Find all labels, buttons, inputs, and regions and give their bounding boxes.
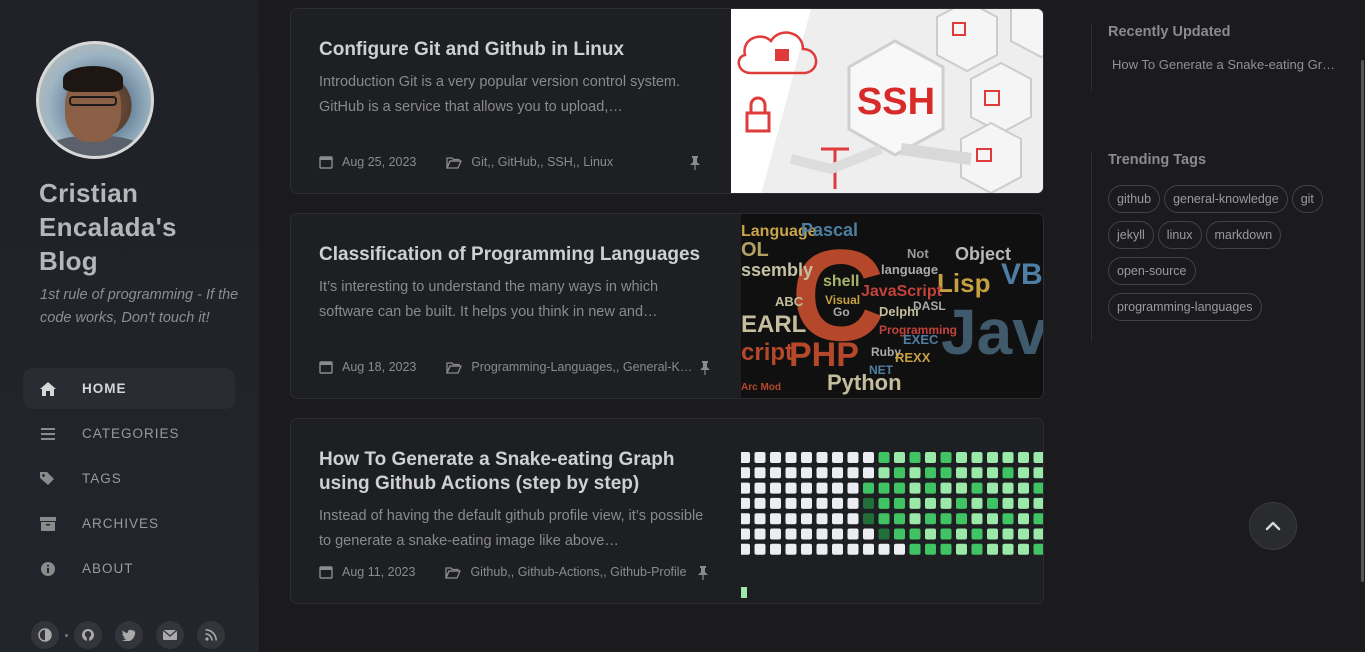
folder-open-icon [445,566,462,579]
pin-icon [690,156,700,170]
post-meta: Aug 11, 2023 Github,, Github-Actions,, G… [319,565,717,579]
nav-item-tags[interactable]: TAGS [23,458,235,499]
svg-text:ssembly: ssembly [741,260,813,280]
info-icon [39,560,57,578]
folder-open-icon [446,361,463,374]
separator-dot [65,633,68,637]
svg-text:shell: shell [823,273,859,290]
post-excerpt: Introduction Git is a very popular versi… [319,74,681,115]
post-thumbnail[interactable]: SSH [731,9,1043,193]
svg-text:DASL: DASL [913,299,946,313]
calendar-icon [319,361,333,374]
nav-label: ARCHIVES [82,516,160,531]
rss-icon[interactable] [197,621,225,649]
sidebar: Cristian Encalada's Blog 1st rule of pro… [0,0,259,652]
post-date: Aug 11, 2023 [319,565,415,579]
nav-item-home[interactable]: HOME [23,368,235,409]
svg-text:VB: VB [1001,258,1043,291]
nav-item-categories[interactable]: CATEGORIES [23,413,235,454]
svg-text:Arc Mod: Arc Mod [741,382,781,393]
nav-item-about[interactable]: ABOUT [23,548,235,589]
nav-label: TAGS [82,471,122,486]
archive-icon [39,515,57,533]
pin-icon [700,361,710,375]
svg-text:language: language [881,262,938,277]
tag-github[interactable]: github [1108,185,1161,213]
svg-text:Go: Go [833,305,850,319]
post-title[interactable]: Configure Git and Github in Linux [319,38,719,62]
post-card[interactable]: Classification of Programming Languages … [290,213,1044,399]
nav-item-archives[interactable]: ARCHIVES [23,503,235,544]
post-card[interactable]: How To Generate a Snake-eating Graph usi… [290,418,1044,604]
post-thumbnail[interactable] [741,419,1043,603]
nav-label: HOME [82,381,127,396]
tag-programming-languages[interactable]: programming-languages [1108,293,1262,321]
pin-icon [698,566,708,580]
svg-text:Not: Not [907,246,929,261]
twitter-icon[interactable] [115,621,143,649]
post-card[interactable]: Configure Git and Github in Linux Introd… [290,8,1044,194]
tag-general-knowledge[interactable]: general-knowledge [1164,185,1288,213]
social-links [31,621,238,649]
tag-markdown[interactable]: markdown [1205,221,1282,249]
recent-post-link[interactable]: How To Generate a Snake-eating Gr… [1108,57,1340,72]
tag-jekyll[interactable]: jekyll [1108,221,1154,249]
folder-open-icon [446,156,463,169]
svg-text:REXX: REXX [895,350,931,365]
site-title[interactable]: Cristian Encalada's Blog [39,176,239,278]
page-scrollbar[interactable] [1361,60,1364,582]
svg-text:EXEC: EXEC [903,332,939,347]
tag-open-source[interactable]: open-source [1108,257,1196,285]
stream-icon [39,425,57,443]
post-date: Aug 25, 2023 [319,155,416,169]
post-meta: Aug 18, 2023 Programming-Languages,, Gen… [319,360,722,374]
post-date: Aug 18, 2023 [319,360,416,374]
site-subtitle: 1st rule of programming - If the code wo… [40,287,239,326]
theme-toggle-icon[interactable] [31,621,59,649]
svg-text:OL: OL [741,239,769,261]
calendar-icon [319,566,333,579]
trending-tags-panel: Trending Tags github general-knowledge g… [1091,152,1328,342]
svg-text:cript: cript [741,339,793,366]
recently-updated-panel: Recently Updated How To Generate a Snake… [1091,24,1340,92]
post-excerpt: Instead of having the default github pro… [319,508,704,549]
chevron-up-icon [1265,521,1281,531]
svg-text:ABC: ABC [775,294,804,309]
trending-tags-heading: Trending Tags [1108,152,1207,168]
post-categories: Programming-Languages,, General-K… [446,360,692,374]
home-icon [39,380,57,398]
calendar-icon [319,156,333,169]
nav-label: ABOUT [82,561,134,576]
svg-text:PHP: PHP [789,336,859,374]
tags-icon [39,470,57,488]
tag-git[interactable]: git [1291,185,1323,213]
thumbnail-text: SSH [857,81,935,123]
svg-text:EARL: EARL [741,311,806,338]
sidebar-nav: HOME CATEGORIES TAGS ARCHIVES ABOUT [23,368,235,593]
email-icon[interactable] [156,621,184,649]
avatar[interactable] [36,41,154,159]
tag-linux[interactable]: linux [1157,221,1202,249]
github-icon[interactable] [74,621,102,649]
nav-label: CATEGORIES [82,426,180,441]
post-thumbnail[interactable]: C Jav Language Pascal OL ssembly Object … [741,214,1043,398]
svg-text:Lisp: Lisp [937,268,990,298]
recently-updated-heading: Recently Updated [1108,24,1231,40]
svg-text:JavaScript: JavaScript [861,283,943,300]
post-categories: Git,, GitHub,, SSH,, Linux [446,155,613,169]
post-categories: Github,, Github-Actions,, Github-Profile [445,565,687,579]
post-excerpt: It’s interesting to understand the many … [319,279,659,320]
tag-list: github general-knowledge git jekyll linu… [1108,185,1328,329]
svg-text:Python: Python [827,370,902,395]
svg-text:Pascal: Pascal [801,220,858,240]
back-to-top-button[interactable] [1249,502,1297,550]
post-title[interactable]: How To Generate a Snake-eating Graph usi… [319,448,719,496]
post-meta: Aug 25, 2023 Git,, GitHub,, SSH,, Linux [319,155,643,169]
post-title[interactable]: Classification of Programming Languages [319,243,719,267]
